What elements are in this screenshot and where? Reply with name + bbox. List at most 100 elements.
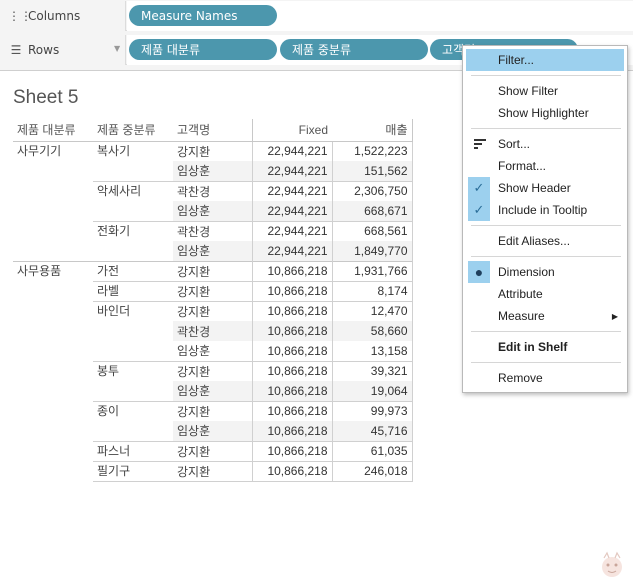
sales-cell[interactable]: 12,470	[331, 300, 413, 321]
sales-cell[interactable]: 13,158	[331, 341, 413, 361]
customer-cell[interactable]: 강지환	[173, 460, 252, 482]
customer-cell[interactable]: 강지환	[173, 260, 252, 281]
menu-divider	[471, 331, 621, 332]
menu-divider	[471, 75, 621, 76]
fixed-cell[interactable]: 22,944,221	[251, 161, 332, 181]
fixed-cell[interactable]: 10,866,218	[251, 280, 332, 301]
customer-cell[interactable]: 임상훈	[173, 241, 252, 261]
sales-cell[interactable]: 58,660	[331, 321, 413, 341]
columns-shelf: ⋮⋮ Columns Measure Names	[0, 1, 633, 31]
fixed-cell[interactable]: 10,866,218	[251, 421, 332, 441]
sales-cell[interactable]: 8,174	[331, 280, 413, 301]
menu-item-format[interactable]: Format...	[466, 155, 624, 177]
sales-cell[interactable]: 61,035	[331, 440, 413, 461]
subcategory-cell[interactable]: 라벨	[93, 280, 173, 301]
customer-cell[interactable]: 강지환	[173, 400, 252, 421]
pill-product-subcategory[interactable]: 제품 중분류	[280, 39, 428, 60]
subcategory-cell[interactable]: 악세사리	[93, 180, 173, 221]
fixed-cell[interactable]: 10,866,218	[251, 300, 332, 321]
pill-measure-names[interactable]: Measure Names	[129, 5, 277, 26]
menu-item-show-header[interactable]: ✓ Show Header	[466, 177, 624, 199]
fixed-cell[interactable]: 22,944,221	[251, 201, 332, 221]
header-subcategory[interactable]: 제품 중분류	[93, 119, 173, 142]
customer-cell[interactable]: 임상훈	[173, 421, 252, 441]
customer-cell[interactable]: 임상훈	[173, 381, 252, 401]
customer-cell[interactable]: 강지환	[173, 280, 252, 301]
subcategory-cell[interactable]: 복사기	[93, 141, 173, 181]
category-cell[interactable]: 사무용품	[13, 260, 93, 481]
subcategory-cell[interactable]: 가전	[93, 260, 173, 281]
menu-divider	[471, 256, 621, 257]
subcategory-cell[interactable]: 종이	[93, 400, 173, 441]
checkmark-icon: ✓	[468, 199, 490, 221]
menu-divider	[471, 362, 621, 363]
customer-cell[interactable]: 임상훈	[173, 341, 252, 361]
customer-cell[interactable]: 강지환	[173, 360, 252, 381]
menu-item-measure[interactable]: Measure ▶	[466, 305, 624, 327]
sales-cell[interactable]: 19,064	[331, 381, 413, 401]
customer-cell[interactable]: 강지환	[173, 141, 252, 161]
pill-product-category[interactable]: 제품 대분류	[129, 39, 277, 60]
sales-cell[interactable]: 45,716	[331, 421, 413, 441]
sheet-title[interactable]: Sheet 5	[13, 87, 79, 109]
watermark-icon	[598, 550, 626, 580]
customer-cell[interactable]: 임상훈	[173, 201, 252, 221]
sort-icon	[474, 139, 486, 149]
subcategory-cell[interactable]: 바인더	[93, 300, 173, 361]
header-fixed[interactable]: Fixed	[251, 119, 332, 142]
menu-item-dimension[interactable]: ● Dimension	[466, 261, 624, 283]
rows-shelf-label: ☰ Rows ▼	[0, 35, 126, 65]
subcategory-cell[interactable]: 필기구	[93, 460, 173, 482]
sales-cell[interactable]: 668,671	[331, 201, 413, 221]
customer-cell[interactable]: 곽찬경	[173, 220, 252, 241]
sales-cell[interactable]: 246,018	[331, 460, 413, 482]
fixed-cell[interactable]: 22,944,221	[251, 220, 332, 241]
columns-drop-area[interactable]: Measure Names	[127, 1, 633, 31]
menu-item-filter[interactable]: Filter...	[466, 49, 624, 71]
fixed-cell[interactable]: 22,944,221	[251, 141, 332, 161]
fixed-cell[interactable]: 22,944,221	[251, 180, 332, 201]
customer-cell[interactable]: 강지환	[173, 300, 252, 321]
sales-cell[interactable]: 99,973	[331, 400, 413, 421]
menu-item-remove[interactable]: Remove	[466, 367, 624, 389]
subcategory-cell[interactable]: 파스너	[93, 440, 173, 461]
fixed-cell[interactable]: 10,866,218	[251, 381, 332, 401]
sales-cell[interactable]: 668,561	[331, 220, 413, 241]
menu-item-include-in-tooltip[interactable]: ✓ Include in Tooltip	[466, 199, 624, 221]
sales-cell[interactable]: 151,562	[331, 161, 413, 181]
sales-cell[interactable]: 39,321	[331, 360, 413, 381]
sales-cell[interactable]: 1,849,770	[331, 241, 413, 261]
menu-item-edit-aliases[interactable]: Edit Aliases...	[466, 230, 624, 252]
fixed-cell[interactable]: 10,866,218	[251, 260, 332, 281]
fixed-cell[interactable]: 10,866,218	[251, 460, 332, 482]
customer-cell[interactable]: 곽찬경	[173, 321, 252, 341]
fixed-cell[interactable]: 10,866,218	[251, 400, 332, 421]
sales-cell[interactable]: 2,306,750	[331, 180, 413, 201]
header-customer[interactable]: 고객명	[173, 119, 252, 142]
fixed-cell[interactable]: 10,866,218	[251, 321, 332, 341]
header-category[interactable]: 제품 대분류	[13, 119, 93, 142]
subcategory-cell[interactable]: 전화기	[93, 220, 173, 261]
customer-cell[interactable]: 강지환	[173, 440, 252, 461]
customer-cell[interactable]: 임상훈	[173, 161, 252, 181]
menu-item-attribute[interactable]: Attribute	[466, 283, 624, 305]
menu-item-show-highlighter[interactable]: Show Highlighter	[466, 102, 624, 124]
menu-item-sort[interactable]: Sort...	[466, 133, 624, 155]
customer-cell[interactable]: 곽찬경	[173, 180, 252, 201]
sales-cell[interactable]: 1,931,766	[331, 260, 413, 281]
subcategory-cell[interactable]: 봉투	[93, 360, 173, 401]
chevron-down-icon[interactable]: ▼	[114, 44, 120, 53]
header-sales[interactable]: 매출	[332, 119, 413, 142]
crosstab-table: 제품 대분류 제품 중분류 고객명 Fixed 매출 사무기기 복사기 강지환 …	[13, 119, 413, 482]
columns-shelf-label: ⋮⋮ Columns	[0, 1, 126, 31]
menu-item-show-filter[interactable]: Show Filter	[466, 80, 624, 102]
fixed-cell[interactable]: 10,866,218	[251, 341, 332, 361]
bullet-icon: ●	[468, 261, 490, 283]
category-cell[interactable]: 사무기기	[13, 141, 93, 261]
fixed-cell[interactable]: 10,866,218	[251, 360, 332, 381]
sales-cell[interactable]: 1,522,223	[331, 141, 413, 161]
header-row: 제품 대분류 제품 중분류 고객명 Fixed 매출	[13, 119, 413, 142]
fixed-cell[interactable]: 10,866,218	[251, 440, 332, 461]
fixed-cell[interactable]: 22,944,221	[251, 241, 332, 261]
menu-item-edit-in-shelf[interactable]: Edit in Shelf	[466, 336, 624, 358]
